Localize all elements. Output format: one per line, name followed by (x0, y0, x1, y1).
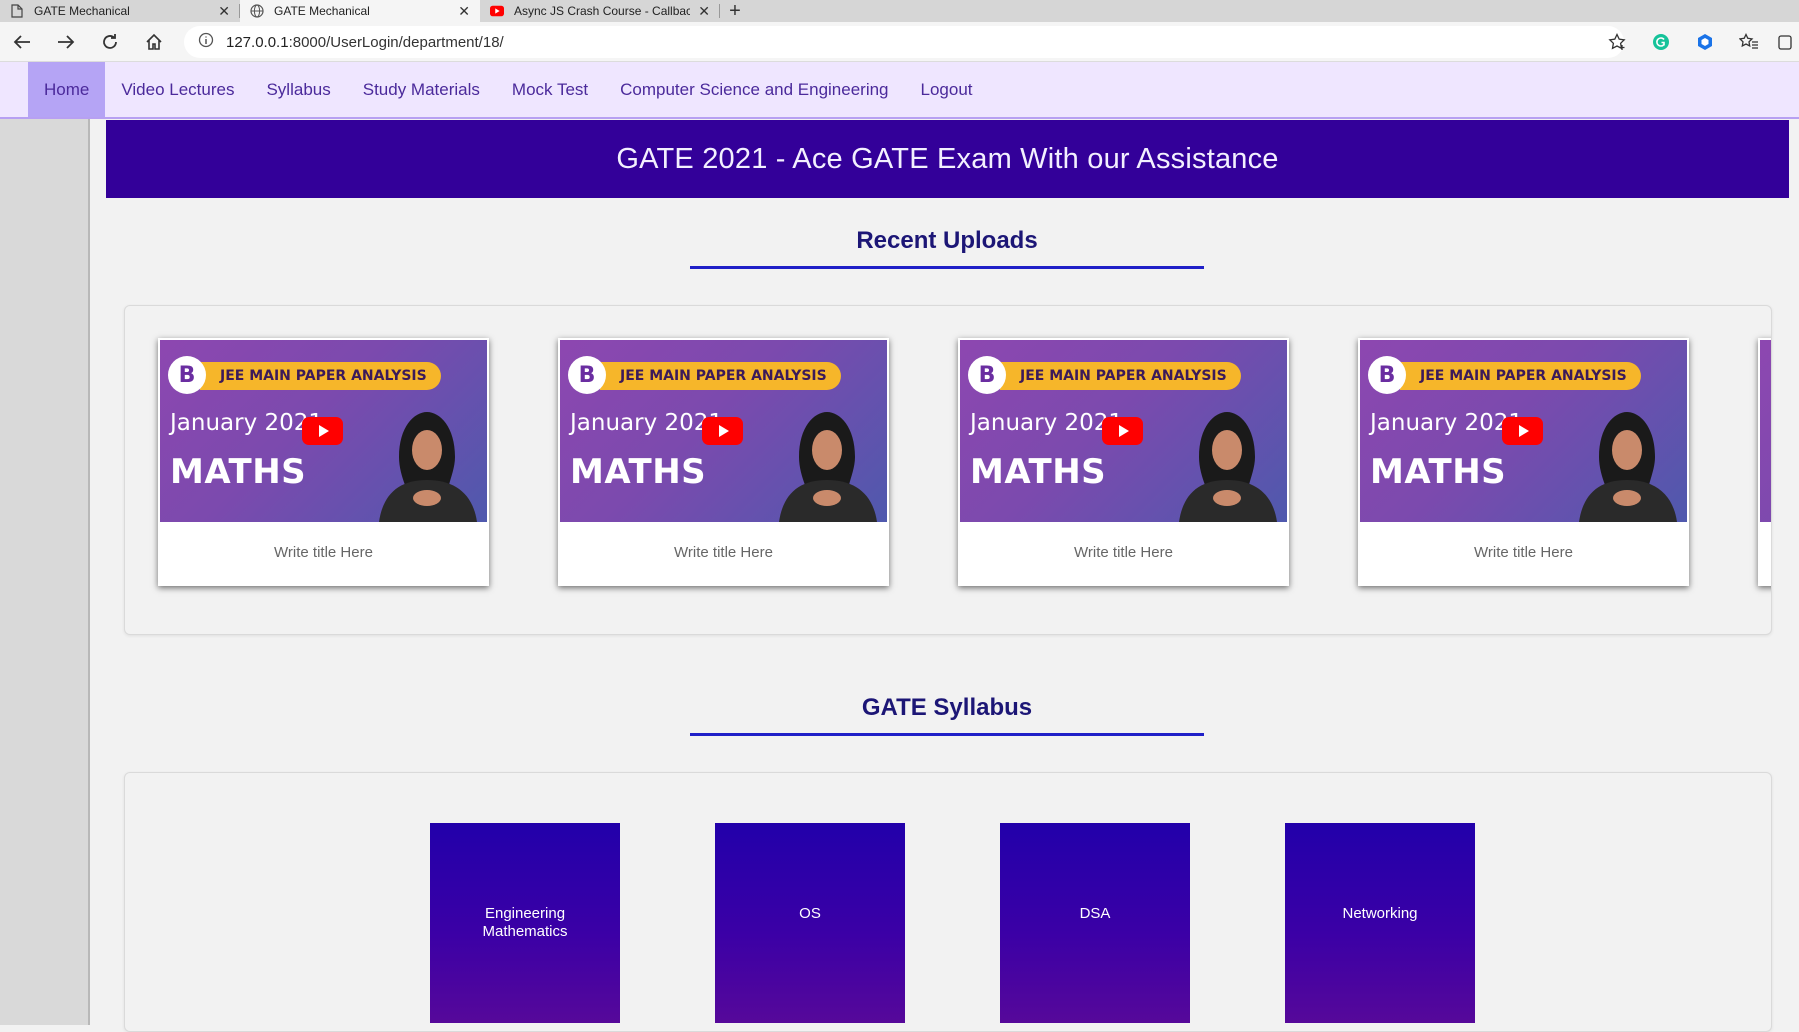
presenter-image (779, 412, 877, 522)
video-title[interactable]: Write title Here (158, 544, 489, 561)
site-navbar: Home Video Lectures Syllabus Study Mater… (0, 62, 1799, 119)
browser-tab[interactable]: GATE Mechanical ✕ (0, 0, 240, 22)
thumbnail-month: January 2021 (570, 410, 724, 436)
forward-button[interactable] (44, 22, 88, 62)
video-card[interactable]: JEE MAIN PAPER ANALYSIS B January 2021 M… (958, 338, 1289, 586)
byjus-logo-icon: B (968, 356, 1006, 394)
thumbnail-month: January 2021 (170, 410, 324, 436)
address-bar[interactable]: 127.0.0.1:8000/UserLogin/department/18/ (184, 26, 1624, 58)
nav-mock-test[interactable]: Mock Test (496, 62, 604, 117)
nav-computer-science[interactable]: Computer Science and Engineering (604, 62, 904, 117)
hero-title: GATE 2021 - Ace GATE Exam With our Assis… (616, 142, 1279, 175)
syllabus-tile-os[interactable]: OS (715, 823, 905, 1023)
info-icon[interactable] (198, 32, 214, 53)
heading-underline (690, 266, 1204, 269)
presenter-image (1579, 412, 1677, 522)
video-thumbnail[interactable]: JEE MAIN PAPER ANALYSIS B January 2021 M… (960, 340, 1287, 522)
video-thumbnail[interactable] (1760, 340, 1771, 522)
nav-syllabus[interactable]: Syllabus (250, 62, 346, 117)
youtube-icon (490, 4, 504, 18)
play-icon[interactable] (302, 417, 343, 445)
video-title[interactable]: Write title Here (1358, 544, 1689, 561)
video-card[interactable]: JEE MAIN PAPER ANALYSIS B January 2021 M… (1358, 338, 1689, 586)
nav-study-materials[interactable]: Study Materials (347, 62, 496, 117)
browser-tab-active[interactable]: GATE Mechanical ✕ (240, 0, 480, 22)
close-icon[interactable]: ✕ (698, 3, 710, 20)
browser-tab[interactable]: Async JS Crash Course - Callbacks ✕ (480, 0, 720, 22)
video-card[interactable]: JEE MAIN PAPER ANALYSIS B January 2021 M… (558, 338, 889, 586)
video-card[interactable]: JEE MAIN PAPER ANALYSIS B January 2021 M… (158, 338, 489, 586)
recent-uploads-heading: Recent Uploads (856, 227, 1038, 254)
left-gutter (0, 119, 90, 1025)
thumbnail-month: January 2021 (970, 410, 1124, 436)
toolbar-right (1595, 22, 1799, 62)
presenter-image (1179, 412, 1277, 522)
thumbnail-badge: JEE MAIN PAPER ANALYSIS (600, 362, 841, 390)
presenter-image (379, 412, 477, 522)
extension-hex-icon[interactable] (1683, 22, 1727, 62)
video-thumbnail[interactable]: JEE MAIN PAPER ANALYSIS B January 2021 M… (160, 340, 487, 522)
new-tab-button[interactable]: + (720, 0, 750, 22)
close-icon[interactable]: ✕ (218, 3, 230, 20)
play-icon[interactable] (1502, 417, 1543, 445)
video-thumbnail[interactable]: JEE MAIN PAPER ANALYSIS B January 2021 M… (1360, 340, 1687, 522)
syllabus-tile-networking[interactable]: Networking (1285, 823, 1475, 1023)
favorite-star-icon[interactable] (1595, 22, 1639, 62)
thumbnail-badge: JEE MAIN PAPER ANALYSIS (1000, 362, 1241, 390)
nav-home[interactable]: Home (28, 62, 106, 117)
close-icon[interactable]: ✕ (458, 3, 470, 20)
byjus-logo-icon: B (168, 356, 206, 394)
heading-underline (690, 733, 1204, 736)
syllabus-tile-label: DSA (1079, 905, 1111, 922)
page-icon (10, 4, 24, 18)
globe-icon (250, 4, 264, 18)
collections-icon[interactable] (1771, 22, 1799, 62)
tab-title: GATE Mechanical (274, 4, 370, 18)
recent-uploads-panel: JEE MAIN PAPER ANALYSIS B January 2021 M… (124, 305, 1772, 635)
arrow-left-icon (13, 34, 30, 49)
tab-title: GATE Mechanical (34, 4, 130, 18)
thumbnail-badge: JEE MAIN PAPER ANALYSIS (1400, 362, 1641, 390)
nav-video-lectures[interactable]: Video Lectures (105, 62, 250, 117)
url-text[interactable]: 127.0.0.1:8000/UserLogin/department/18/ (226, 34, 504, 51)
thumbnail-subject: MATHS (970, 452, 1107, 492)
thumbnail-subject: MATHS (1370, 452, 1507, 492)
browser-tab-strip: GATE Mechanical ✕ GATE Mechanical ✕ Asyn… (0, 0, 1799, 22)
syllabus-tile-label: OS (799, 905, 821, 922)
play-icon[interactable] (1102, 417, 1143, 445)
video-title[interactable]: Write title Here (958, 544, 1289, 561)
grammarly-icon[interactable] (1639, 22, 1683, 62)
byjus-logo-icon: B (568, 356, 606, 394)
video-thumbnail[interactable]: JEE MAIN PAPER ANALYSIS B January 2021 M… (560, 340, 887, 522)
tab-title: Async JS Crash Course - Callbacks (514, 4, 691, 18)
syllabus-panel: Engineering Mathematics OS DSA Networkin… (124, 772, 1772, 1032)
reload-button[interactable] (88, 22, 132, 62)
syllabus-heading: GATE Syllabus (861, 694, 1033, 721)
byjus-logo-icon: B (1368, 356, 1406, 394)
video-card-partial[interactable] (1758, 338, 1771, 586)
thumbnail-badge: JEE MAIN PAPER ANALYSIS (200, 362, 441, 390)
syllabus-tile-label: Engineering Mathematics (482, 905, 568, 940)
thumbnail-subject: MATHS (570, 452, 707, 492)
play-icon[interactable] (702, 417, 743, 445)
home-button[interactable] (132, 22, 176, 62)
nav-logout[interactable]: Logout (905, 62, 989, 117)
syllabus-tile-engineering-mathematics[interactable]: Engineering Mathematics (430, 823, 620, 1023)
syllabus-tile-dsa[interactable]: DSA (1000, 823, 1190, 1023)
browser-toolbar: 127.0.0.1:8000/UserLogin/department/18/ (0, 22, 1799, 62)
video-title[interactable]: Write title Here (558, 544, 889, 561)
syllabus-tile-label: Networking (1342, 905, 1418, 922)
home-icon (146, 33, 162, 50)
favorites-icon[interactable] (1727, 22, 1771, 62)
back-button[interactable] (0, 22, 44, 62)
arrow-right-icon (58, 34, 75, 49)
thumbnail-subject: MATHS (170, 452, 307, 492)
thumbnail-month: January 2021 (1370, 410, 1524, 436)
reload-icon (103, 33, 117, 49)
hero-banner: GATE 2021 - Ace GATE Exam With our Assis… (106, 120, 1789, 198)
